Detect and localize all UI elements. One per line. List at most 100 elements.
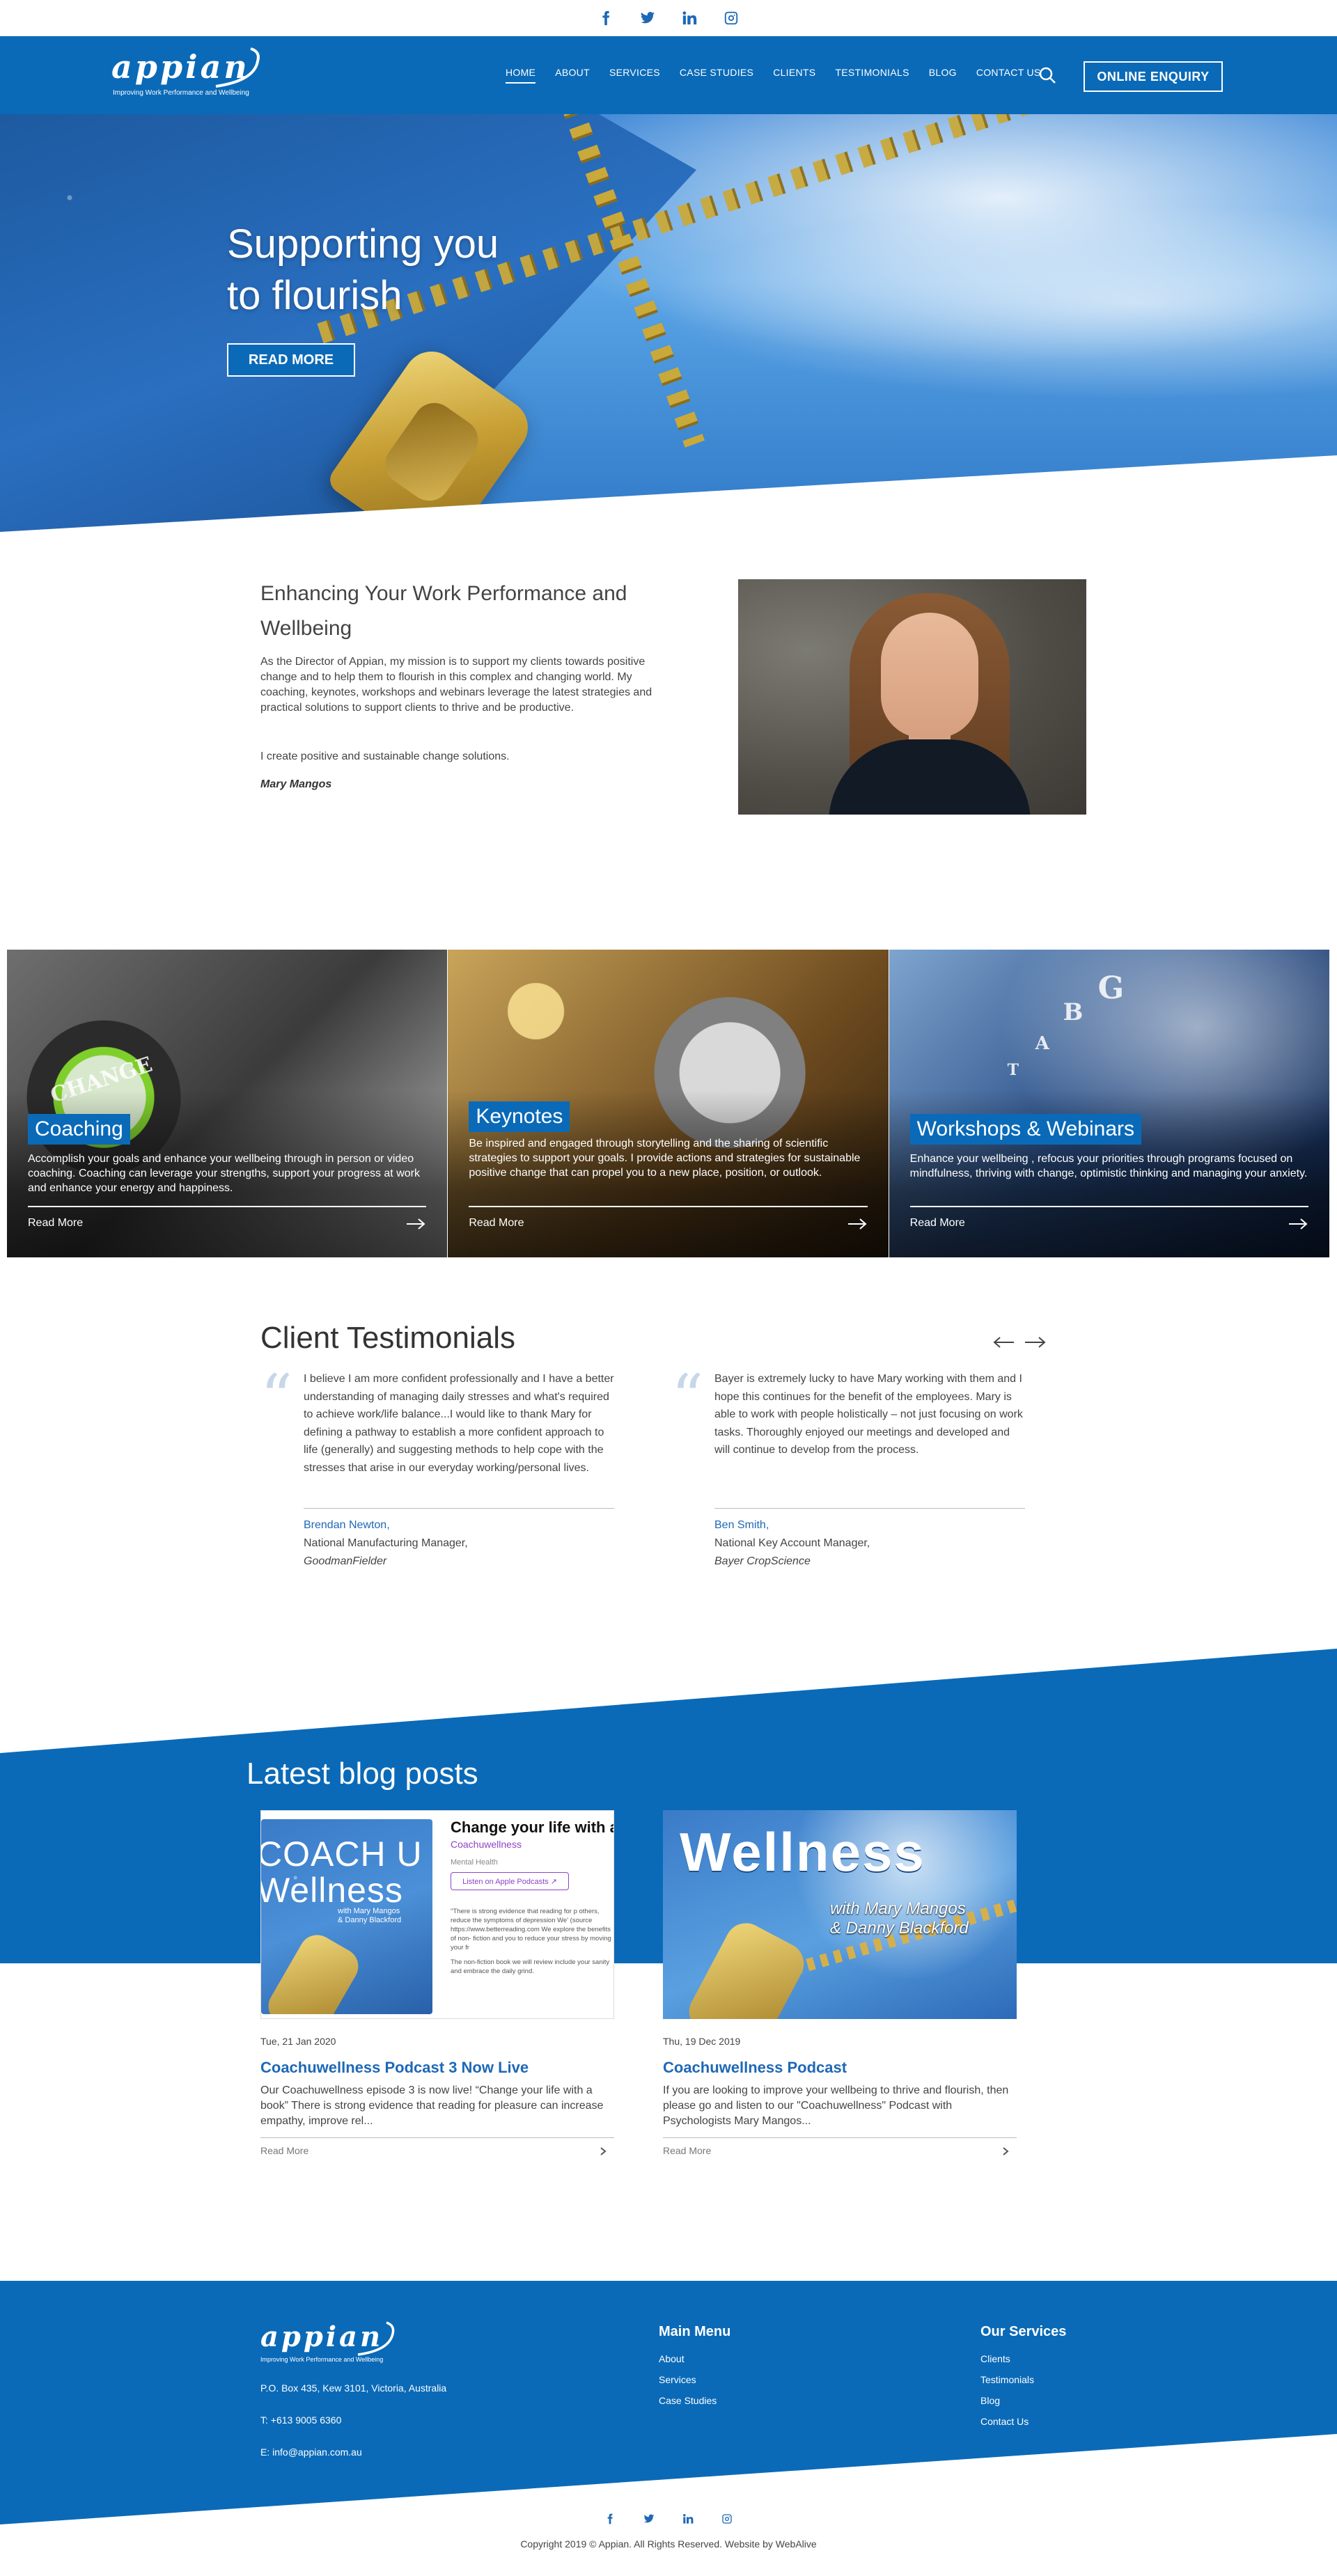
arrow-right-icon[interactable] xyxy=(847,1217,868,1231)
testimonial-name: Ben Smith, xyxy=(714,1519,769,1531)
blog-post-image[interactable]: Wellness with Mary Mangos & Danny Blackfo… xyxy=(663,1810,1017,2019)
cover-title: COACH U Wellness xyxy=(261,1836,423,1908)
service-cards: CHANGE Coaching Accomplish your goals an… xyxy=(7,950,1330,1257)
post-date: Tue, 21 Jan 2020 xyxy=(260,2036,336,2047)
footer-logo[interactable]: appian Improving Work Performance and We… xyxy=(260,2320,414,2369)
podcast-description: "There is strong evidence that reading f… xyxy=(451,1908,611,1951)
image-host-2: & Danny Blackford xyxy=(830,1919,969,1938)
chevron-right-icon xyxy=(1003,2147,1009,2155)
podcast-category: Mental Health xyxy=(451,1858,498,1867)
facebook-icon[interactable] xyxy=(597,9,615,27)
nav-about[interactable]: ABOUT xyxy=(555,67,590,84)
post-date: Thu, 19 Dec 2019 xyxy=(663,2036,741,2047)
footer-link-clients[interactable]: Clients xyxy=(980,2353,1010,2364)
podcast-cover-art: COACH U Wellness with Mary Mangos & Danny … xyxy=(261,1819,432,2014)
card-text: Enhance your wellbeing , refocus your pr… xyxy=(909,1153,1308,1179)
post-divider xyxy=(260,2137,614,2138)
zipper-pull xyxy=(682,1915,811,2019)
blog-post-card[interactable]: Wellness with Mary Mangos & Danny Blackfo… xyxy=(663,1810,1017,2159)
footer-logo-word: appian xyxy=(260,2320,384,2353)
linkedin-icon[interactable] xyxy=(680,9,698,27)
podcast-show: Coachuwellness xyxy=(451,1839,522,1850)
copyright-text: Copyright 2019 © Appian. All Rights Rese… xyxy=(520,2538,817,2550)
card-read-more-link[interactable]: Read More xyxy=(910,1217,965,1230)
twitter-icon[interactable] xyxy=(643,2513,655,2531)
arrow-right-icon[interactable] xyxy=(405,1217,426,1231)
instagram-icon[interactable] xyxy=(722,9,740,27)
testimonial-quote: I believe I am more confident profession… xyxy=(304,1373,614,1474)
site-header: appian Improving Work Performance and We… xyxy=(0,36,1337,114)
post-title-link[interactable]: Coachuwellness Podcast 3 Now Live xyxy=(260,2058,614,2078)
cover-host-2: & Danny Blackford xyxy=(338,1916,402,1924)
post-read-more[interactable]: Read More xyxy=(260,2145,614,2159)
service-card-coaching[interactable]: CHANGE Coaching Accomplish your goals an… xyxy=(7,950,448,1257)
nav-case-studies[interactable]: CASE STUDIES xyxy=(680,67,753,84)
post-read-more[interactable]: Read More xyxy=(663,2145,1017,2159)
main-nav: HOME ABOUT SERVICES CASE STUDIES CLIENTS… xyxy=(506,36,1041,114)
chevron-right-icon xyxy=(600,2147,607,2155)
card-title: Workshops & Webinars xyxy=(909,1114,1142,1145)
card-title: Keynotes xyxy=(469,1101,570,1132)
nav-testimonials[interactable]: TESTIMONIALS xyxy=(835,67,909,84)
linkedin-icon[interactable] xyxy=(682,2513,694,2531)
arrow-right-icon[interactable] xyxy=(1024,1335,1047,1349)
testimonials-heading: Client Testimonials xyxy=(260,1321,516,1355)
podcast-description-2: The non-fiction book we will review incl… xyxy=(451,1958,610,1975)
hero-read-more-button[interactable]: READ MORE xyxy=(227,343,355,377)
blog-heading: Latest blog posts xyxy=(247,1757,478,1791)
testimonial-divider xyxy=(714,1508,1025,1509)
floating-letters-graphic: A xyxy=(1035,1033,1049,1054)
footer-logo-tagline: Improving Work Performance and Wellbeing xyxy=(260,2356,384,2363)
hero-title-line2: to flourish xyxy=(227,273,402,318)
footer-link-about[interactable]: About xyxy=(659,2353,685,2364)
card-read-more-link[interactable]: Read More xyxy=(469,1217,524,1230)
hero-title: Supporting you to flourish xyxy=(227,219,575,322)
testimonial-company: Bayer CropScience xyxy=(714,1555,811,1567)
footer-main-menu-heading: Main Menu xyxy=(659,2324,731,2339)
nav-services[interactable]: SERVICES xyxy=(609,67,660,84)
arrow-right-icon[interactable] xyxy=(1288,1217,1308,1231)
nav-clients[interactable]: CLIENTS xyxy=(773,67,815,84)
testimonial-role: National Manufacturing Manager, xyxy=(304,1537,468,1549)
footer-social-bar xyxy=(0,2513,1337,2531)
portrait-face xyxy=(881,613,978,738)
service-card-workshops[interactable]: G B A T Workshops & Webinars Enhance you… xyxy=(889,950,1330,1257)
footer-link-testimonials[interactable]: Testimonials xyxy=(980,2374,1034,2385)
nav-home[interactable]: HOME xyxy=(506,67,536,84)
footer-email[interactable]: E: info@appian.com.au xyxy=(260,2447,362,2458)
image-host-1: with Mary Mangos xyxy=(830,1899,966,1918)
hero-banner: Supporting you to flourish READ MORE xyxy=(0,114,1337,532)
facebook-icon[interactable] xyxy=(604,2513,616,2531)
service-card-keynotes[interactable]: Keynotes Be inspired and engaged through… xyxy=(448,950,889,1257)
footer-link-blog[interactable]: Blog xyxy=(980,2395,1000,2406)
twitter-icon[interactable] xyxy=(639,9,657,27)
instagram-icon[interactable] xyxy=(721,2513,733,2531)
site-logo[interactable]: appian Improving Work Performance and We… xyxy=(111,46,265,102)
footer-link-case-studies[interactable]: Case Studies xyxy=(659,2395,717,2406)
footer-services-heading: Our Services xyxy=(980,2324,1067,2339)
arrow-left-icon[interactable] xyxy=(992,1335,1015,1349)
footer-link-contact-us[interactable]: Contact Us xyxy=(980,2416,1029,2427)
testimonial-quote: Bayer is extremely lucky to have Mary wo… xyxy=(714,1373,1023,1456)
footer-phone[interactable]: T: +613 9005 6360 xyxy=(260,2414,341,2426)
card-read-more-link[interactable]: Read More xyxy=(28,1217,83,1230)
apple-podcasts-button: Listen on Apple Podcasts ↗ xyxy=(451,1872,569,1890)
footer-link-services[interactable]: Services xyxy=(659,2374,696,2385)
zipper-pull xyxy=(262,1928,365,2014)
online-enquiry-button[interactable]: ONLINE ENQUIRY xyxy=(1084,61,1223,92)
cover-host-1: with Mary Mangos xyxy=(338,1907,400,1915)
blog-post-card[interactable]: COACH U Wellness with Mary Mangos & Danny … xyxy=(260,1810,614,2159)
podcast-listing: Change your life with a Coachuwellness M… xyxy=(451,1818,613,1976)
card-divider xyxy=(469,1206,868,1207)
nav-blog[interactable]: BLOG xyxy=(929,67,957,84)
card-divider xyxy=(28,1206,427,1207)
cover-word-1: COACH U xyxy=(261,1835,423,1874)
floating-letters-graphic: T xyxy=(1007,1061,1019,1079)
post-title-link[interactable]: Coachuwellness Podcast xyxy=(663,2058,1017,2078)
blog-post-image[interactable]: COACH U Wellness with Mary Mangos & Danny … xyxy=(260,1810,614,2019)
card-title: Coaching xyxy=(28,1114,130,1145)
image-title: Wellness xyxy=(680,1821,925,1883)
search-icon[interactable] xyxy=(1038,65,1057,85)
testimonial-divider xyxy=(304,1508,614,1509)
nav-contact-us[interactable]: CONTACT US xyxy=(976,67,1041,84)
